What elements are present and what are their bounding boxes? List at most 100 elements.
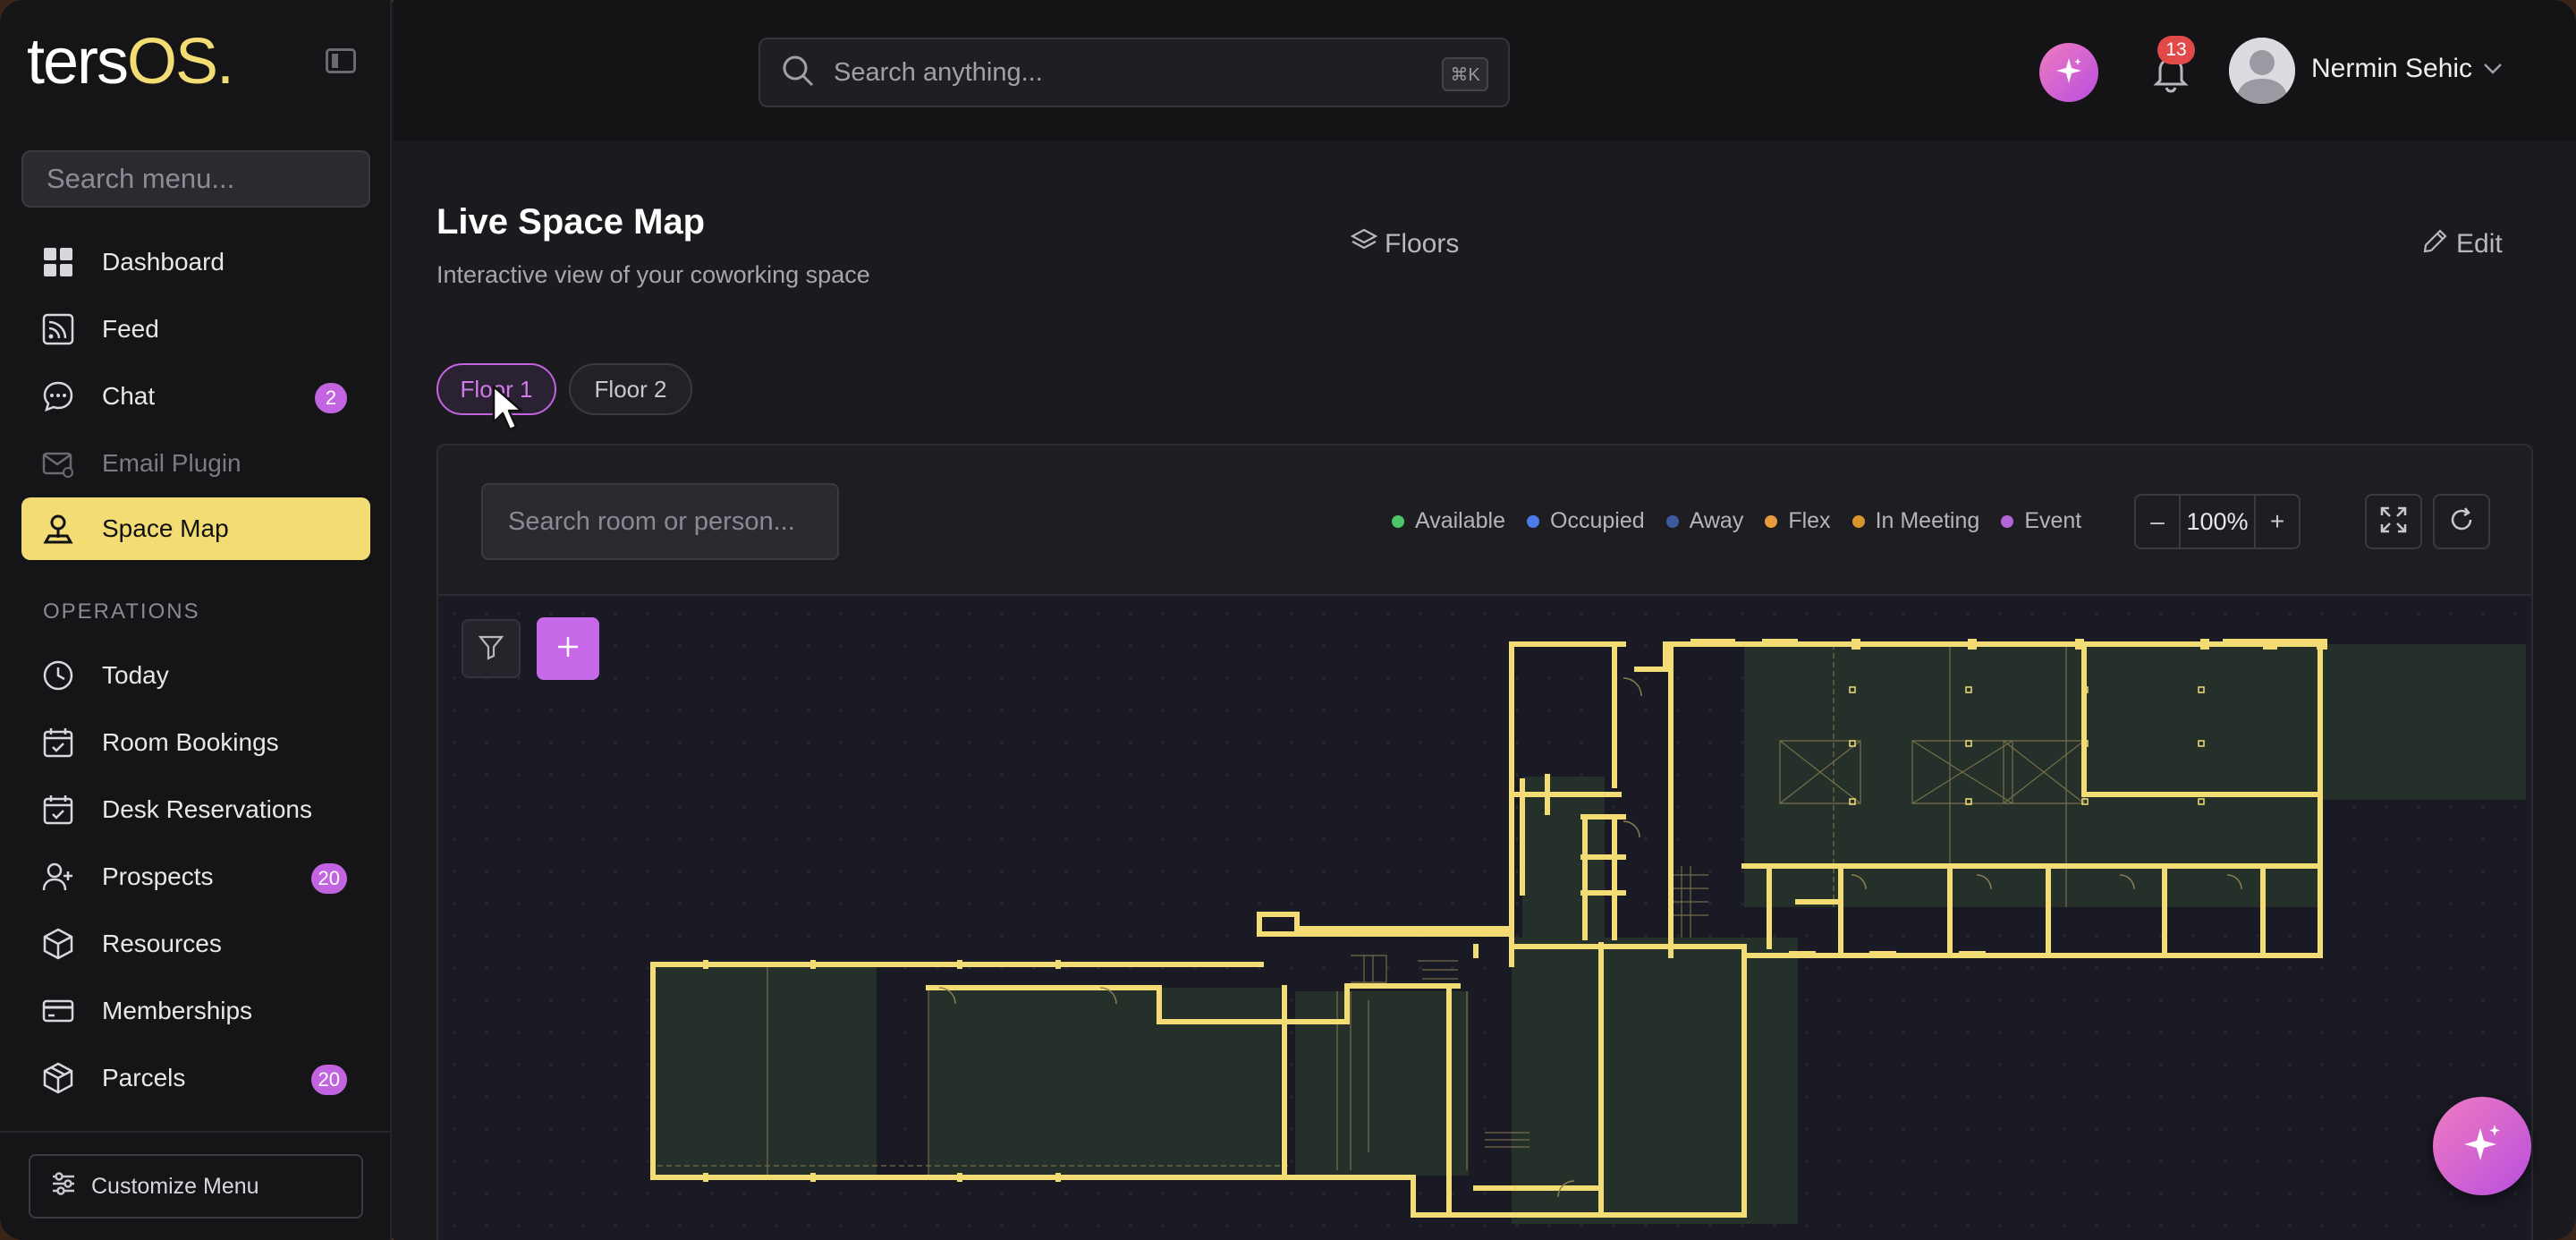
parcels-count-badge: 20 [310,1065,347,1095]
mouse-cursor-icon [490,383,526,437]
sidebar-item-desk-reservations[interactable]: Desk Reservations [21,778,370,841]
sidebar-item-chat[interactable]: Chat 2 [21,365,370,428]
floors-button[interactable]: Floors [1350,227,1460,261]
sidebar-item-email-plugin[interactable]: Email Plugin [21,432,370,495]
layers-icon [1350,227,1378,261]
legend-dot [1527,514,1540,528]
legend-item-away: Away [1665,508,1743,534]
expand-icon [2379,505,2408,539]
calendar-check-icon [41,726,75,760]
sidebar-item-label: Today [102,661,169,689]
box-icon [41,927,75,961]
legend-dot [2001,514,2014,528]
plus-icon [555,633,581,665]
sidebar-item-label: Memberships [102,997,253,1024]
reset-view-button[interactable] [2433,494,2490,549]
legend-item-occupied: Occupied [1527,508,1645,534]
sparkle-icon [2054,55,2084,90]
sidebar-item-label: Desk Reservations [102,795,312,823]
calendar-check-icon [41,793,75,827]
sidebar-item-label: Resources [102,930,222,957]
sidebar-item-label: Email Plugin [102,449,242,477]
app-logo[interactable]: tersOS. [27,25,234,98]
legend-item-in-meeting: In Meeting [1852,508,1979,534]
email-icon [41,446,75,480]
global-search-placeholder: Search anything... [834,57,1043,87]
pencil-icon [2422,227,2449,261]
floor-plan-canvas[interactable] [438,598,2531,1240]
chat-icon [41,379,75,413]
legend-dot [1765,514,1778,528]
avatar[interactable] [2229,38,2295,104]
sidebar-item-parcels[interactable]: Parcels 20 [21,1047,370,1109]
sidebar-item-today[interactable]: Today [21,644,370,707]
ai-assistant-fab[interactable] [2433,1097,2531,1195]
sidebar-item-dashboard[interactable]: Dashboard [21,231,370,293]
edit-button-label: Edit [2456,229,2503,259]
grid-icon [41,245,75,279]
zoom-control: – 100% + [2134,494,2301,549]
app-window: tersOS. Dashboard Feed Chat 2 E [0,0,2576,1240]
floor-plan-drawing [650,639,2526,1224]
top-header: Search anything... ⌘K 13 Nermin Sehic [394,0,2576,141]
clock-icon [41,658,75,692]
tab-floor-2[interactable]: Floor 2 [569,363,692,415]
sidebar-item-room-bookings[interactable]: Room Bookings [21,711,370,774]
user-name[interactable]: Nermin Sehic [2311,54,2472,84]
sparkle-icon [2459,1121,2505,1172]
legend-item-available: Available [1392,508,1505,534]
floors-button-label: Floors [1385,229,1460,259]
zoom-in-button[interactable]: + [2256,496,2299,548]
filter-button[interactable] [462,619,521,678]
sidebar-item-label: Parcels [102,1064,186,1091]
sidebar-item-label: Chat [102,382,156,410]
fullscreen-button[interactable] [2365,494,2422,549]
section-label-operations: OPERATIONS [43,599,200,624]
refresh-icon [2447,505,2476,539]
sidebar-item-label: Space Map [102,514,229,542]
chat-count-badge: 2 [315,383,347,413]
sidebar-collapse-icon[interactable] [326,48,356,73]
legend-dot [1852,514,1865,528]
customize-menu-button[interactable]: Customize Menu [29,1154,363,1219]
zoom-out-button[interactable]: – [2136,496,2179,548]
sidebar-item-resources[interactable]: Resources [21,913,370,975]
sidebar-item-prospects[interactable]: Prospects 20 [21,845,370,908]
legend-item-flex: Flex [1765,508,1831,534]
customize-menu-label: Customize Menu [91,1173,259,1199]
room-search-input[interactable] [481,483,839,560]
sliders-icon [50,1170,77,1203]
card-icon [41,994,75,1028]
menu-search-input[interactable] [21,150,370,208]
sidebar: tersOS. Dashboard Feed Chat 2 E [0,0,392,1240]
search-icon [780,53,816,93]
page-title: Live Space Map [436,202,706,242]
map-pin-icon [41,512,75,546]
sidebar-item-label: Room Bookings [102,728,279,756]
user-plus-icon [41,860,75,894]
global-search-input[interactable]: Search anything... ⌘K [758,38,1510,107]
main-content: Live Space Map Interactive view of your … [394,141,2576,1240]
sidebar-item-feed[interactable]: Feed [21,298,370,361]
sidebar-item-label: Prospects [102,862,214,890]
sidebar-item-memberships[interactable]: Memberships [21,980,370,1042]
map-toolbar: Available Occupied Away Flex In Meeting … [438,446,2531,596]
sidebar-item-label: Dashboard [102,248,225,276]
ai-assistant-button[interactable] [2039,43,2098,102]
sidebar-divider [0,1131,392,1133]
sidebar-item-label: Feed [102,315,159,343]
prospects-count-badge: 20 [310,863,347,894]
rss-icon [41,312,75,346]
package-icon [41,1061,75,1095]
add-element-button[interactable] [537,617,599,680]
chevron-down-icon[interactable] [2483,63,2503,80]
space-map-panel: Available Occupied Away Flex In Meeting … [436,444,2533,1240]
status-legend: Available Occupied Away Flex In Meeting … [1392,508,2081,534]
filter-icon [478,633,504,665]
legend-dot [1665,514,1679,528]
notifications-count-badge: 13 [2157,36,2195,64]
legend-dot [1392,514,1404,528]
sidebar-item-space-map[interactable]: Space Map [21,497,370,560]
edit-button[interactable]: Edit [2422,227,2503,261]
legend-item-event: Event [2001,508,2081,534]
